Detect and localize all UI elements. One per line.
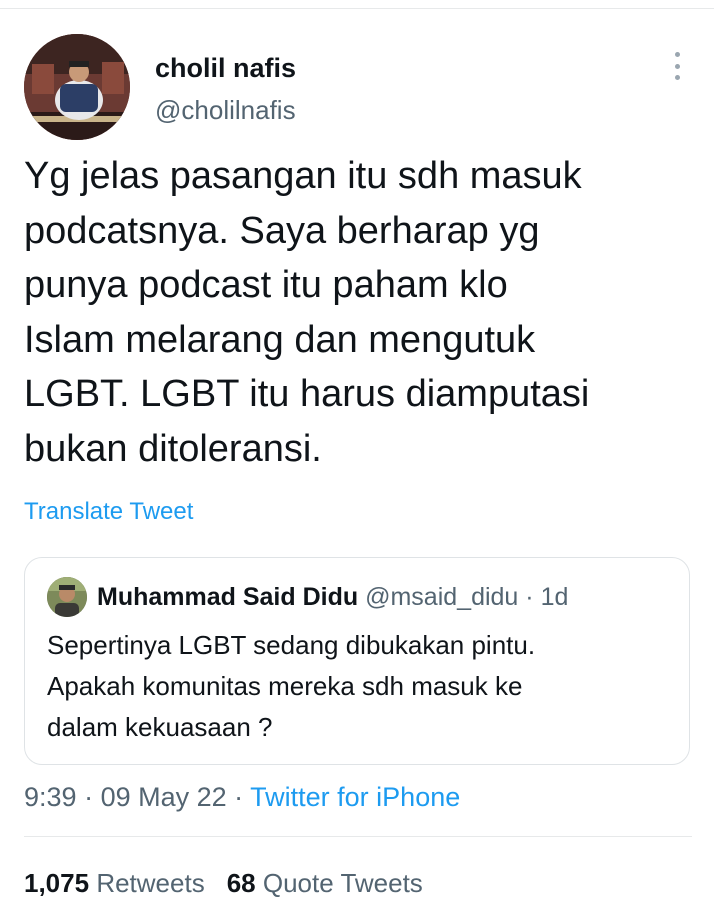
quote-tweets-count: 68 (226, 868, 256, 898)
quote-text-line: Sepertinya LGBT sedang dibukakan pintu. (47, 630, 536, 660)
retweets-stat[interactable]: 1,075 Retweets (24, 868, 205, 898)
tweet-time[interactable]: 9:39 (24, 782, 77, 812)
quote-tweets-label: Quote Tweets (262, 868, 423, 898)
tweet-detail: cholil nafis @cholilnafis Yg jelas pasan… (0, 0, 714, 915)
quote-handle-text: @msaid_didu (365, 583, 519, 611)
tweet-date[interactable]: 09 May 22 (101, 782, 227, 812)
tweet-stats: 1,075 Retweets 68 Quote Tweets (24, 866, 423, 900)
retweets-count: 1,075 (24, 868, 90, 898)
author-name[interactable]: cholil nafis (155, 52, 296, 84)
author-handle[interactable]: @cholilnafis (155, 94, 296, 126)
meta-separator: · (226, 782, 251, 812)
retweets-label: Retweets (96, 868, 205, 898)
translate-tweet-link[interactable]: Translate Tweet (24, 497, 193, 527)
more-dot (674, 52, 680, 57)
author-avatar-image (24, 34, 130, 140)
tweet-text: Yg jelas pasangan itu sdh masuk podcatsn… (24, 149, 700, 476)
quote-author-avatar[interactable] (47, 577, 87, 617)
quote-author-name[interactable]: Muhammad Said Didu (97, 583, 358, 611)
tweet-text-line: Islam melarang dan mengutuk (24, 318, 536, 361)
quote-author-avatar-image (47, 577, 87, 617)
top-divider (0, 8, 714, 9)
quote-text-line: dalam kekuasaan ? (47, 712, 273, 742)
quote-author-handle[interactable]: @msaid_didu (365, 583, 518, 611)
tweet-meta: 9:39 · 09 May 22 · Twitter for iPhone (24, 780, 460, 814)
more-options-icon[interactable] (664, 52, 690, 80)
tweet-text-line: Yg jelas pasangan itu sdh masuk (24, 155, 582, 197)
quoted-tweet[interactable]: Muhammad Said Didu @msaid_didu · 1d Sepe… (24, 557, 690, 765)
author-info[interactable]: cholil nafis @cholilnafis (155, 52, 296, 126)
more-dot (674, 63, 680, 69)
quote-header: Muhammad Said Didu @msaid_didu · 1d (97, 582, 568, 612)
quote-age: 1d (540, 583, 569, 611)
tweet-text-line: bukan ditoleransi. (24, 427, 322, 470)
more-dot (674, 75, 680, 80)
tweet-text-line: podcatsnya. Saya berharap yg (24, 209, 540, 252)
stats-divider (24, 836, 692, 837)
tweet-source-link[interactable]: Twitter for iPhone (250, 782, 460, 812)
meta-separator: · (76, 782, 101, 812)
author-avatar[interactable] (24, 34, 130, 140)
tweet-text-line: LGBT. LGBT itu harus diamputasi (24, 373, 590, 415)
quote-text: Sepertinya LGBT sedang dibukakan pintu. … (47, 625, 677, 748)
quote-separator: · (525, 583, 541, 611)
quote-tweets-stat[interactable]: 68 Quote Tweets (227, 868, 423, 898)
tweet-text-line: punya podcast itu paham klo (24, 264, 508, 306)
quote-text-line: Apakah komunitas mereka sdh masuk ke (47, 671, 523, 701)
